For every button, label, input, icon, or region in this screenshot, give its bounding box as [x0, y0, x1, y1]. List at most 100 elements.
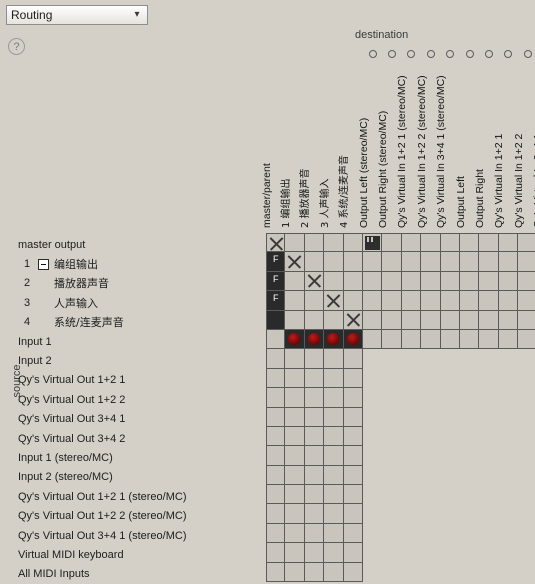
matrix-cell[interactable]: [324, 485, 344, 505]
matrix-cell[interactable]: [266, 504, 286, 524]
matrix-cell[interactable]: [362, 233, 383, 253]
matrix-cell[interactable]: [304, 523, 325, 544]
matrix-cell[interactable]: [266, 543, 286, 563]
matrix-cell[interactable]: [343, 388, 363, 408]
matrix-cell[interactable]: [343, 543, 363, 563]
matrix-cell[interactable]: [324, 388, 344, 408]
matrix-cell[interactable]: [343, 291, 363, 311]
column-toggle-circle-icon[interactable]: [407, 50, 416, 58]
help-button[interactable]: ?: [8, 38, 25, 55]
matrix-cell[interactable]: [285, 426, 305, 447]
column-toggle-circle-icon[interactable]: [388, 50, 397, 58]
matrix-cell[interactable]: [459, 271, 480, 292]
row-label[interactable]: Qy's Virtual Out 1+2 2 (stereo/MC): [0, 506, 262, 525]
matrix-cell[interactable]: [362, 271, 383, 292]
column-toggle-circle-icon[interactable]: [485, 50, 494, 58]
row-label[interactable]: Input 2: [0, 351, 262, 370]
matrix-cell[interactable]: [266, 368, 286, 389]
matrix-cell[interactable]: [459, 233, 480, 253]
matrix-cell[interactable]: [266, 485, 286, 505]
column-toggle-circle-icon[interactable]: [465, 50, 474, 58]
column-toggle-circle-icon[interactable]: [504, 50, 513, 58]
mode-select[interactable]: Routing ▾: [6, 5, 148, 25]
matrix-cell[interactable]: [498, 271, 519, 292]
matrix-cell[interactable]: [440, 329, 460, 350]
matrix-cell[interactable]: [382, 271, 402, 292]
matrix-cell[interactable]: [421, 291, 441, 311]
matrix-cell[interactable]: [479, 310, 499, 330]
matrix-cell[interactable]: [324, 407, 344, 427]
matrix-cell[interactable]: [421, 329, 441, 350]
row-label[interactable]: All MIDI Inputs: [0, 565, 262, 584]
row-label[interactable]: Virtual MIDI keyboard: [0, 545, 262, 564]
matrix-cell[interactable]: [266, 523, 286, 544]
matrix-cell[interactable]: [285, 562, 305, 583]
matrix-cell[interactable]: [324, 543, 344, 563]
matrix-cell[interactable]: [382, 310, 402, 330]
matrix-cell[interactable]: [362, 329, 383, 350]
matrix-cell[interactable]: [304, 465, 325, 486]
matrix-cell[interactable]: [304, 388, 325, 408]
matrix-cell[interactable]: [304, 233, 325, 253]
matrix-cell[interactable]: [304, 485, 325, 505]
matrix-cell[interactable]: [304, 368, 325, 389]
matrix-cell[interactable]: [459, 329, 480, 350]
matrix-cell[interactable]: [266, 349, 286, 369]
matrix-cell[interactable]: [518, 233, 535, 253]
matrix-cell[interactable]: [266, 388, 286, 408]
matrix-cell[interactable]: [304, 562, 325, 583]
matrix-cell[interactable]: F: [266, 271, 286, 292]
matrix-cell[interactable]: [343, 252, 363, 272]
row-label[interactable]: 4 系统/连麦声音: [0, 313, 262, 332]
matrix-cell[interactable]: [421, 233, 441, 253]
matrix-cell[interactable]: [479, 252, 499, 272]
matrix-cell[interactable]: [343, 465, 363, 486]
row-label[interactable]: 1 编组输出: [0, 254, 262, 273]
matrix-cell[interactable]: [285, 407, 305, 427]
matrix-cell[interactable]: [285, 485, 305, 505]
matrix-cell[interactable]: [266, 426, 286, 447]
matrix-cell[interactable]: [266, 446, 286, 466]
row-label[interactable]: 2 播放器声音: [0, 274, 262, 293]
matrix-cell[interactable]: [343, 446, 363, 466]
matrix-cell[interactable]: [362, 291, 383, 311]
matrix-cell[interactable]: [266, 329, 286, 350]
row-label[interactable]: Qy's Virtual Out 1+2 1 (stereo/MC): [0, 487, 262, 506]
matrix-cell[interactable]: [285, 523, 305, 544]
matrix-cell[interactable]: [304, 543, 325, 563]
matrix-cell[interactable]: [266, 562, 286, 583]
matrix-cell[interactable]: [498, 310, 519, 330]
matrix-cell[interactable]: [518, 271, 535, 292]
routing-matrix[interactable]: FFF: [266, 233, 535, 583]
matrix-cell[interactable]: [343, 562, 363, 583]
matrix-cell[interactable]: [324, 310, 344, 330]
matrix-cell[interactable]: [304, 446, 325, 466]
matrix-cell[interactable]: [324, 291, 344, 311]
matrix-cell[interactable]: [285, 233, 305, 253]
matrix-cell[interactable]: [421, 310, 441, 330]
column-toggle-circle-icon[interactable]: [523, 50, 532, 58]
matrix-cell[interactable]: [343, 407, 363, 427]
matrix-cell[interactable]: [518, 329, 535, 350]
matrix-cell[interactable]: [304, 407, 325, 427]
row-label[interactable]: master output: [0, 235, 262, 254]
matrix-cell[interactable]: [324, 426, 344, 447]
matrix-cell[interactable]: [382, 252, 402, 272]
matrix-cell[interactable]: [498, 291, 519, 311]
matrix-cell[interactable]: [343, 368, 363, 389]
matrix-cell[interactable]: [304, 349, 325, 369]
matrix-cell[interactable]: [459, 291, 480, 311]
column-toggle-circle-icon[interactable]: [446, 50, 455, 58]
matrix-cell[interactable]: [401, 310, 422, 330]
matrix-cell[interactable]: [266, 407, 286, 427]
matrix-cell[interactable]: [518, 291, 535, 311]
matrix-cell[interactable]: [382, 329, 402, 350]
matrix-cell[interactable]: [518, 252, 535, 272]
matrix-cell[interactable]: [324, 446, 344, 466]
matrix-cell[interactable]: [304, 291, 325, 311]
matrix-cell[interactable]: [343, 310, 363, 330]
column-toggle-circle-icon[interactable]: [368, 50, 377, 58]
matrix-cell[interactable]: [343, 329, 363, 350]
matrix-cell[interactable]: [479, 271, 499, 292]
matrix-cell[interactable]: [421, 252, 441, 272]
